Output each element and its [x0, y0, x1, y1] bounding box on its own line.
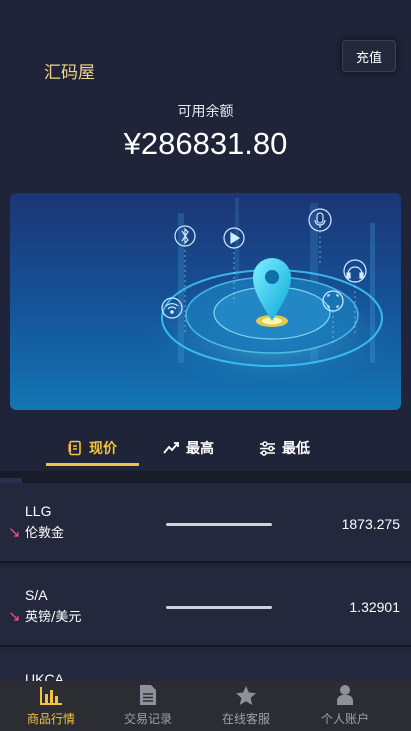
tab-highest[interactable]: 最高: [163, 425, 214, 471]
tab-label: 最高: [186, 441, 214, 457]
quote-row[interactable]: S/A ↘ 英镑/美元 1.32901: [0, 567, 411, 647]
nav-personal-account[interactable]: 个人账户: [294, 681, 396, 731]
banner-illustration: [144, 198, 400, 391]
document-icon: [140, 685, 156, 705]
nav-label: 个人账户: [320, 712, 369, 726]
quote-code: S/A: [25, 587, 48, 603]
quote-price: 1873.275: [341, 516, 400, 532]
bottom-nav: 商品行情 交易记录 在线客服 个人账户: [0, 681, 411, 731]
active-tab-underline: [46, 463, 139, 466]
tab-label: 最低: [282, 441, 310, 457]
nav-label: 在线客服: [221, 712, 270, 726]
banner-image[interactable]: [10, 193, 401, 410]
arrow-down-icon: ↘: [8, 523, 21, 541]
tab-lowest[interactable]: 最低: [259, 425, 310, 471]
site-name: 汇码屋: [44, 63, 95, 83]
nav-trade-records[interactable]: 交易记录: [97, 681, 199, 731]
list-divider: [0, 471, 411, 483]
arrow-down-icon: ↘: [8, 607, 21, 625]
nav-label: 交易记录: [123, 712, 172, 726]
quote-name: 英镑/美元: [25, 610, 82, 625]
bar-chart-icon: [40, 687, 62, 705]
recharge-button[interactable]: 充值: [342, 40, 396, 72]
nav-label: 商品行情: [26, 712, 75, 726]
quote-sparkline: [166, 606, 272, 609]
person-icon: [337, 685, 353, 705]
price-tag-icon: [68, 440, 81, 456]
quote-row[interactable]: LLG ↘ 伦敦金 1873.275: [0, 483, 411, 563]
balance-value: ¥286831.80: [123, 126, 288, 161]
trend-up-icon: [163, 442, 179, 454]
quote-sparkline: [166, 523, 272, 526]
filter-sliders-icon: [260, 440, 275, 456]
nav-market[interactable]: 商品行情: [0, 681, 102, 731]
quote-price: 1.32901: [349, 599, 400, 615]
quote-name: 伦敦金: [25, 526, 65, 541]
headset-icon: [343, 259, 367, 283]
balance-label: 可用余额: [177, 104, 234, 120]
nav-online-service[interactable]: 在线客服: [195, 681, 297, 731]
quote-code: LLG: [25, 503, 52, 519]
header: 汇码屋 充值 可用余额 ¥286831.80: [0, 0, 411, 190]
tab-label: 现价: [89, 441, 117, 457]
star-icon: [236, 686, 256, 705]
